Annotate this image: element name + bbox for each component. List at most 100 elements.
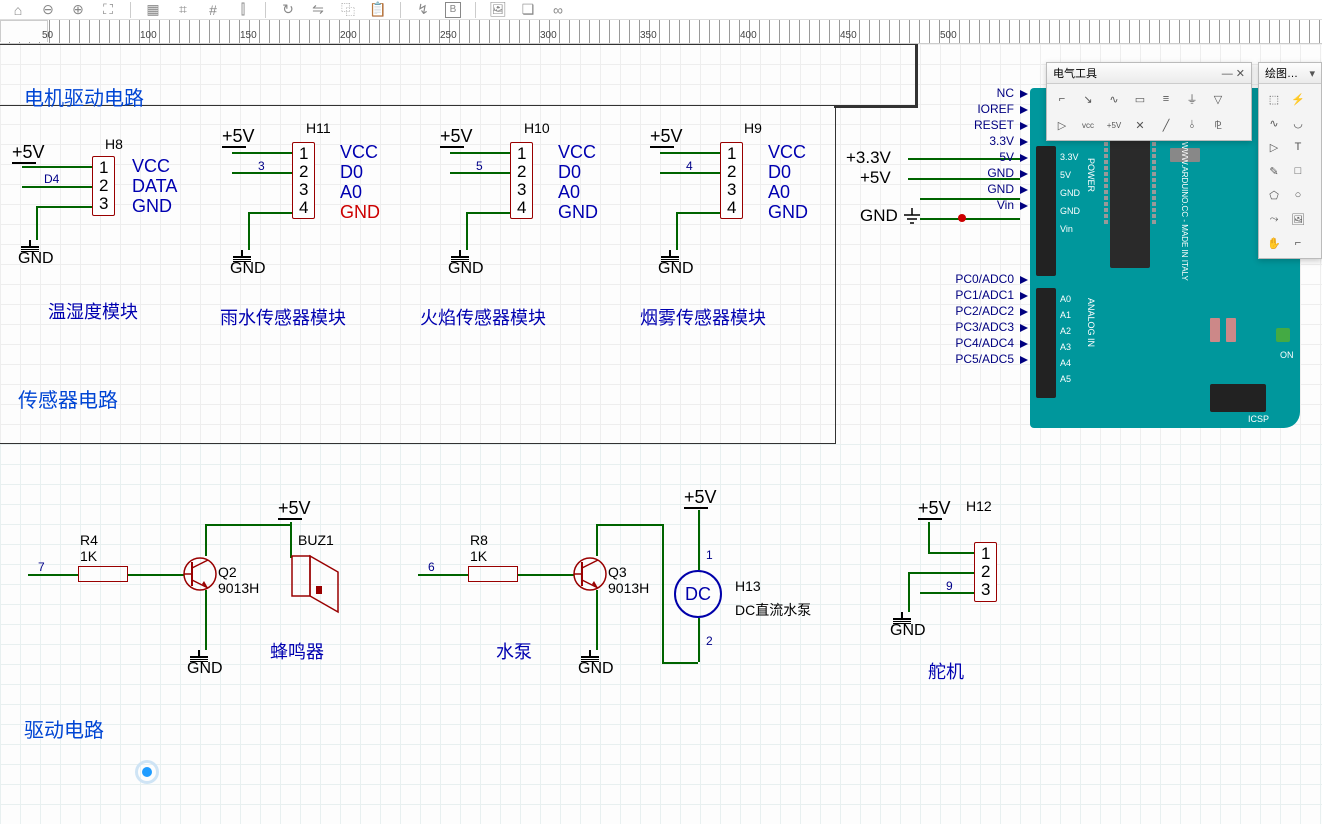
panel-titlebar[interactable]: 绘图… ▾: [1259, 63, 1321, 84]
ruler-tick: 500: [940, 30, 957, 41]
net-gnd2: GND: [968, 182, 1020, 196]
power-tool-icon[interactable]: ⏚: [1183, 90, 1201, 108]
wire-tool-icon[interactable]: ⌐: [1053, 90, 1071, 108]
q3-name: Q3: [608, 564, 627, 580]
flip-icon[interactable]: ⇋: [310, 2, 326, 18]
p33v: +3.3V: [846, 148, 891, 168]
pwr-flag-icon[interactable]: +5V: [1105, 116, 1123, 134]
pa4: A4: [1060, 358, 1071, 368]
loading-indicator: [135, 760, 159, 784]
circle-tool-icon[interactable]: ○: [1289, 186, 1307, 204]
poly-tool-icon[interactable]: ⬠: [1265, 186, 1283, 204]
n9: 9: [946, 579, 953, 593]
text-tool-icon[interactable]: T: [1289, 138, 1307, 156]
h10-vcc: VCC: [558, 142, 596, 163]
drive-title: 驱动电路: [24, 714, 104, 743]
tab-marker[interactable]: [0, 20, 48, 42]
n7: 7: [38, 560, 45, 574]
grid-icon[interactable]: ▦: [145, 2, 161, 18]
minimize-icon[interactable]: —: [1222, 68, 1233, 80]
gnd-tool-icon[interactable]: ▽: [1209, 90, 1227, 108]
net-tool-icon[interactable]: ▭: [1131, 90, 1149, 108]
h8-data: DATA: [132, 176, 177, 197]
buzzer-label: 蜂鸣器: [270, 638, 324, 664]
panel-titlebar[interactable]: 电气工具 — ✕: [1047, 63, 1251, 84]
separator: [475, 2, 476, 18]
wire: [676, 212, 720, 214]
ruler-tick: 250: [440, 30, 457, 41]
h11-name: H11: [306, 120, 331, 136]
no-connect-icon[interactable]: ✕: [1131, 116, 1149, 134]
zap-tool-icon[interactable]: ⚡: [1289, 90, 1307, 108]
border-seg: [916, 44, 918, 108]
h9-name: H9: [744, 120, 762, 136]
pointer-tool-icon[interactable]: ▷: [1265, 138, 1283, 156]
bold-icon[interactable]: ↯: [415, 2, 431, 18]
power-rail: [12, 162, 36, 164]
rect2-tool-icon[interactable]: □: [1289, 162, 1307, 180]
drawing-tools-panel[interactable]: 绘图… ▾ ⬚ ⚡ ∿ ◡ ▷ T ✎ □ ⬠ ○ ⤳ 🖼 ✋ ⌐: [1258, 62, 1322, 259]
h9-vcc: VCC: [768, 142, 806, 163]
h11-d0: D0: [340, 162, 363, 183]
hierarchy-icon[interactable]: ⅊: [1209, 116, 1227, 134]
net-tie-icon[interactable]: ⫰: [1183, 116, 1201, 134]
image-tool-icon[interactable]: 🖼: [1289, 210, 1307, 228]
curve-tool-icon[interactable]: ∿: [1265, 114, 1283, 132]
zoom-fit-icon[interactable]: ⛶: [100, 2, 116, 18]
align-icon[interactable]: ⫿: [235, 2, 251, 18]
home-icon[interactable]: ⌂: [10, 2, 26, 18]
netlabel-tool-icon[interactable]: ∿: [1105, 90, 1123, 108]
corner-tool-icon[interactable]: ⌐: [1289, 234, 1307, 252]
junction-tool-icon[interactable]: ≡: [1157, 90, 1175, 108]
snap-icon[interactable]: ⌗: [175, 2, 191, 18]
horizontal-ruler: 50 100 150 200 250 300 350 400 450 500: [0, 20, 1322, 44]
zoom-out-icon[interactable]: ⊖: [40, 2, 56, 18]
zoom-in-icon[interactable]: ⊕: [70, 2, 86, 18]
h13-label: DC直流水泵: [735, 600, 811, 620]
servo-5v: +5V: [918, 498, 951, 519]
wire: [248, 212, 250, 250]
rotate-icon[interactable]: ↻: [280, 2, 296, 18]
pump-label: 水泵: [496, 638, 532, 664]
paste-icon[interactable]: 📋: [370, 2, 386, 18]
arc-tool-icon[interactable]: ◡: [1289, 114, 1307, 132]
electrical-tools-panel[interactable]: 电气工具 — ✕ ⌐ ↘ ∿ ▭ ≡ ⏚ ▽ ▷ vcc +5V ✕ ╱ ⫰ ⅊: [1046, 62, 1252, 141]
h10-name: H10: [524, 120, 550, 136]
power-header: [1036, 146, 1056, 276]
h12-connector: 1 2 3: [974, 542, 997, 602]
m2: 2: [706, 634, 713, 648]
h9-connector: 1 2 3 4: [720, 142, 743, 219]
wire: [418, 574, 468, 576]
b-icon[interactable]: B: [445, 2, 461, 18]
hash-icon[interactable]: #: [205, 2, 221, 18]
close-icon[interactable]: ✕: [1236, 68, 1245, 80]
hand-tool-icon[interactable]: ✋: [1265, 234, 1283, 252]
bezier-tool-icon[interactable]: ⤳: [1265, 210, 1283, 228]
h10-5v: +5V: [440, 126, 473, 147]
speaker: [288, 552, 348, 627]
power-rail: [278, 518, 302, 520]
wire: [248, 212, 292, 214]
bus-entry-icon[interactable]: ▷: [1053, 116, 1071, 134]
r8-val: 1K: [470, 548, 487, 564]
dropdown-icon[interactable]: ▾: [1309, 67, 1315, 80]
wire: [928, 522, 930, 552]
rect-tool-icon[interactable]: ⬚: [1265, 90, 1283, 108]
wire: [698, 618, 700, 662]
schematic-canvas[interactable]: 电机驱动电路 传感器电路 驱动电路 +5V H8 1 2 3 VCC DATA …: [0, 44, 1322, 824]
wire2-icon[interactable]: ╱: [1157, 116, 1175, 134]
bus-tool-icon[interactable]: ↘: [1079, 90, 1097, 108]
copy-icon[interactable]: ⿻: [340, 2, 356, 18]
q3: [570, 554, 610, 594]
vcc-tool-icon[interactable]: vcc: [1079, 116, 1097, 134]
pencil-tool-icon[interactable]: ✎: [1265, 162, 1283, 180]
pin: 2: [727, 163, 736, 181]
wire: [518, 574, 574, 576]
image-icon[interactable]: 🖼: [490, 2, 506, 18]
share-icon[interactable]: ∞: [550, 2, 566, 18]
layers-icon[interactable]: ❏: [520, 2, 536, 18]
wire: [28, 574, 78, 576]
q2: [180, 554, 220, 594]
separator: [130, 2, 131, 18]
atmega-chip: [1110, 138, 1150, 268]
